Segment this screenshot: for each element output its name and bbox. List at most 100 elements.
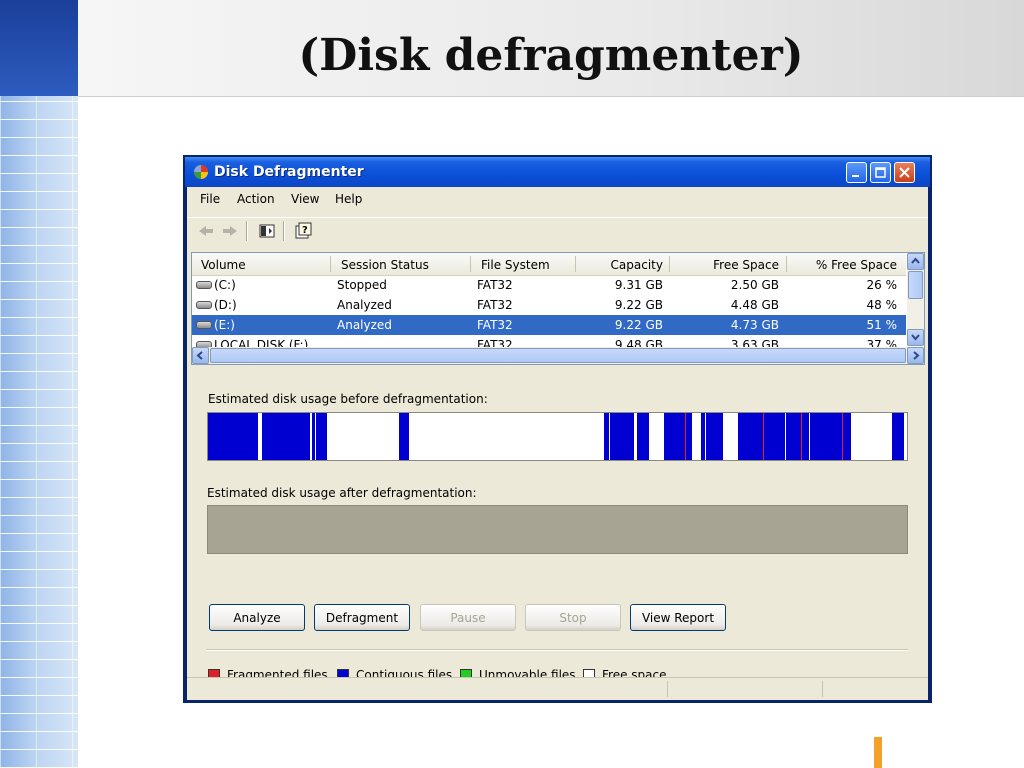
forward-arrow-icon[interactable] xyxy=(220,222,240,240)
stop-button[interactable]: Stop xyxy=(525,604,621,631)
volume-list: Volume Session Status File System Capaci… xyxy=(191,252,925,365)
view-report-button[interactable]: View Report xyxy=(630,604,726,631)
file-system: FAT32 xyxy=(477,318,513,332)
column-header-capacity[interactable]: Capacity xyxy=(575,258,663,272)
volume-list-header: Volume Session Status File System Capaci… xyxy=(192,253,906,276)
horizontal-scrollbar[interactable] xyxy=(192,347,924,364)
toolbar-separator xyxy=(246,221,248,241)
usage-after-map xyxy=(207,505,908,554)
scroll-up-button[interactable] xyxy=(907,253,924,270)
volume-name: (E:) xyxy=(214,318,235,332)
toolbar: ? xyxy=(187,217,928,244)
column-header-pct-free-space[interactable]: % Free Space xyxy=(786,258,897,272)
file-system: FAT32 xyxy=(477,298,513,312)
capacity: 9.22 GB xyxy=(614,298,663,312)
menu-view[interactable]: View xyxy=(291,192,319,206)
window-client-area: File Action View Help ? Volume Session S… xyxy=(187,187,928,700)
column-header-free-space[interactable]: Free Space xyxy=(669,258,779,272)
free-gap xyxy=(609,413,610,460)
maximize-button[interactable] xyxy=(870,162,891,183)
minimize-icon xyxy=(852,175,859,177)
vertical-scroll-thumb[interactable] xyxy=(908,271,923,299)
volume-name: (C:) xyxy=(214,278,236,292)
horizontal-scroll-thumb[interactable] xyxy=(210,348,906,363)
close-button[interactable] xyxy=(894,162,915,183)
fragmented-mark xyxy=(801,413,802,460)
session-status: Analyzed xyxy=(337,318,392,332)
window-title: Disk Defragmenter xyxy=(214,164,364,180)
scroll-left-button[interactable] xyxy=(192,347,209,364)
chevron-down-icon xyxy=(911,334,920,341)
free-gap xyxy=(705,413,706,460)
pct-free-space: 48 % xyxy=(866,298,898,312)
contiguous-block xyxy=(738,413,851,460)
drive-icon xyxy=(196,301,212,309)
maximize-icon xyxy=(875,167,886,178)
chevron-right-icon xyxy=(913,351,920,360)
menu-action[interactable]: Action xyxy=(237,192,275,206)
volume-row-selected[interactable]: (E:) Analyzed FAT32 9.22 GB 4.73 GB 51 % xyxy=(192,315,906,335)
usage-before-map xyxy=(207,412,908,461)
pct-free-space: 51 % xyxy=(866,318,898,332)
free-gap xyxy=(809,413,810,460)
defragment-button[interactable]: Defragment xyxy=(314,604,410,631)
status-bar xyxy=(187,677,928,700)
contiguous-block xyxy=(664,413,692,460)
drive-icon xyxy=(196,281,212,289)
back-arrow-icon[interactable] xyxy=(196,222,216,240)
status-pane xyxy=(822,681,928,697)
status-pane xyxy=(667,681,823,697)
drive-icon xyxy=(196,321,212,329)
fragmented-mark xyxy=(842,413,843,460)
vertical-scrollbar[interactable] xyxy=(907,253,924,346)
legend-separator xyxy=(207,649,908,651)
menu-help[interactable]: Help xyxy=(335,192,362,206)
free-space: 4.73 GB xyxy=(730,318,779,332)
pause-button[interactable]: Pause xyxy=(420,604,516,631)
toolbar-separator xyxy=(283,221,285,241)
menu-bar: File Action View Help xyxy=(187,187,928,209)
column-separator[interactable] xyxy=(470,256,471,272)
close-icon xyxy=(899,167,910,178)
title-bar[interactable]: Disk Defragmenter xyxy=(185,157,930,187)
contiguous-block xyxy=(262,413,310,460)
chevron-up-icon xyxy=(911,257,920,264)
contiguous-block xyxy=(892,413,904,460)
slide-side-grid xyxy=(0,96,78,768)
usage-after-label: Estimated disk usage after defragmentati… xyxy=(207,486,477,500)
contiguous-block xyxy=(399,413,409,460)
volume-row[interactable]: (C:) Stopped FAT32 9.31 GB 2.50 GB 26 % xyxy=(192,275,906,295)
help-icon[interactable]: ? xyxy=(293,222,313,240)
fragmented-mark xyxy=(685,413,686,460)
svg-text:?: ? xyxy=(302,225,308,236)
analyze-button[interactable]: Analyze xyxy=(209,604,305,631)
session-status: Analyzed xyxy=(337,298,392,312)
minimize-button[interactable] xyxy=(846,162,867,183)
disk-defragmenter-app-icon xyxy=(194,165,208,179)
volume-name: (D:) xyxy=(214,298,237,312)
free-space: 2.50 GB xyxy=(730,278,779,292)
fragmented-mark xyxy=(763,413,764,460)
free-gap xyxy=(315,413,316,460)
chevron-left-icon xyxy=(196,351,203,360)
usage-before-label: Estimated disk usage before defragmentat… xyxy=(208,392,488,406)
capacity: 9.31 GB xyxy=(614,278,663,292)
column-header-file-system[interactable]: File System xyxy=(481,258,550,272)
file-system: FAT32 xyxy=(477,278,513,292)
scroll-down-button[interactable] xyxy=(907,329,924,346)
free-gap xyxy=(785,413,786,460)
scroll-right-button[interactable] xyxy=(907,347,924,364)
slide-accent-bar xyxy=(874,737,882,768)
volume-row[interactable]: (D:) Analyzed FAT32 9.22 GB 4.48 GB 48 % xyxy=(192,295,906,315)
column-header-volume[interactable]: Volume xyxy=(201,258,246,272)
free-space: 4.48 GB xyxy=(730,298,779,312)
session-status: Stopped xyxy=(337,278,387,292)
column-separator[interactable] xyxy=(330,256,331,272)
show-hide-console-tree-icon[interactable] xyxy=(257,222,277,240)
contiguous-block xyxy=(637,413,649,460)
contiguous-block xyxy=(208,413,258,460)
menu-file[interactable]: File xyxy=(200,192,220,206)
disk-defragmenter-window: Disk Defragmenter File Action View Help xyxy=(183,155,932,703)
slide-corner-block xyxy=(0,0,78,96)
column-header-session-status[interactable]: Session Status xyxy=(341,258,429,272)
